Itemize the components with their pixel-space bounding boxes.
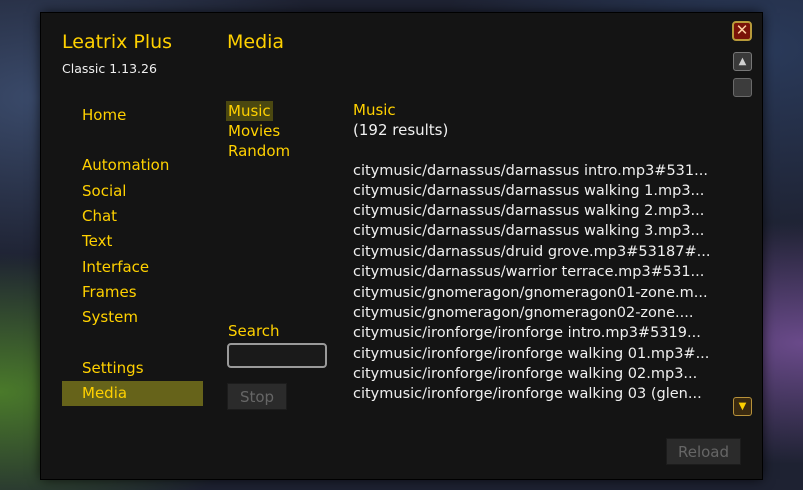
close-icon: ✕ <box>735 21 749 39</box>
track-item[interactable]: citymusic/ironforge/ironforge walking 03… <box>353 384 723 404</box>
nav-item-system[interactable]: System <box>62 305 203 330</box>
stop-button[interactable]: Stop <box>227 383 287 410</box>
nav-item-settings[interactable]: Settings <box>62 356 203 381</box>
reload-button[interactable]: Reload <box>666 438 741 465</box>
list-title: Music <box>353 101 396 119</box>
track-item[interactable]: citymusic/darnassus/darnassus walking 2.… <box>353 201 723 221</box>
nav-item-social[interactable]: Social <box>62 179 203 204</box>
track-item[interactable]: citymusic/darnassus/druid grove.mp3#5318… <box>353 242 723 262</box>
track-item[interactable]: citymusic/ironforge/ironforge intro.mp3#… <box>353 323 723 343</box>
category-music[interactable]: Music <box>226 101 273 121</box>
scroll-up-button[interactable]: ▲ <box>733 52 752 71</box>
nav-item-automation[interactable]: Automation <box>62 153 203 178</box>
scroll-down-icon: ▼ <box>738 401 747 412</box>
scrollbar-thumb[interactable] <box>733 78 752 97</box>
close-button[interactable]: ✕ <box>732 21 752 41</box>
track-item[interactable]: citymusic/gnomeragon/gnomeragon01-zone.m… <box>353 283 723 303</box>
track-item[interactable]: citymusic/darnassus/darnassus intro.mp3#… <box>353 161 723 181</box>
track-item[interactable]: citymusic/darnassus/darnassus walking 3.… <box>353 221 723 241</box>
search-label: Search <box>228 322 280 340</box>
app-title: Leatrix Plus <box>62 31 173 53</box>
track-item[interactable]: citymusic/darnassus/warrior terrace.mp3#… <box>353 262 723 282</box>
nav-item-frames[interactable]: Frames <box>62 280 203 305</box>
results-count: (192 results) <box>353 121 449 139</box>
track-item[interactable]: citymusic/darnassus/darnassus walking 1.… <box>353 181 723 201</box>
search-input[interactable] <box>227 343 327 368</box>
nav-item-interface[interactable]: Interface <box>62 255 203 280</box>
scroll-up-icon: ▲ <box>738 56 747 67</box>
track-item[interactable]: citymusic/gnomeragon/gnomeragon02-zone..… <box>353 303 723 323</box>
track-item[interactable]: citymusic/ironforge/ironforge walking 01… <box>353 344 723 364</box>
nav-item-home[interactable]: Home <box>62 103 203 128</box>
category-movies[interactable]: Movies <box>226 121 282 141</box>
nav-item-media[interactable]: Media <box>62 381 203 406</box>
track-item[interactable]: citymusic/ironforge/ironforge walking 02… <box>353 364 723 384</box>
category-random[interactable]: Random <box>226 141 292 161</box>
nav-item-chat[interactable]: Chat <box>62 204 203 229</box>
scroll-down-button[interactable]: ▼ <box>733 397 752 416</box>
nav-item-text[interactable]: Text <box>62 229 203 254</box>
page-title: Media <box>227 31 285 53</box>
app-version: Classic 1.13.26 <box>62 61 157 76</box>
